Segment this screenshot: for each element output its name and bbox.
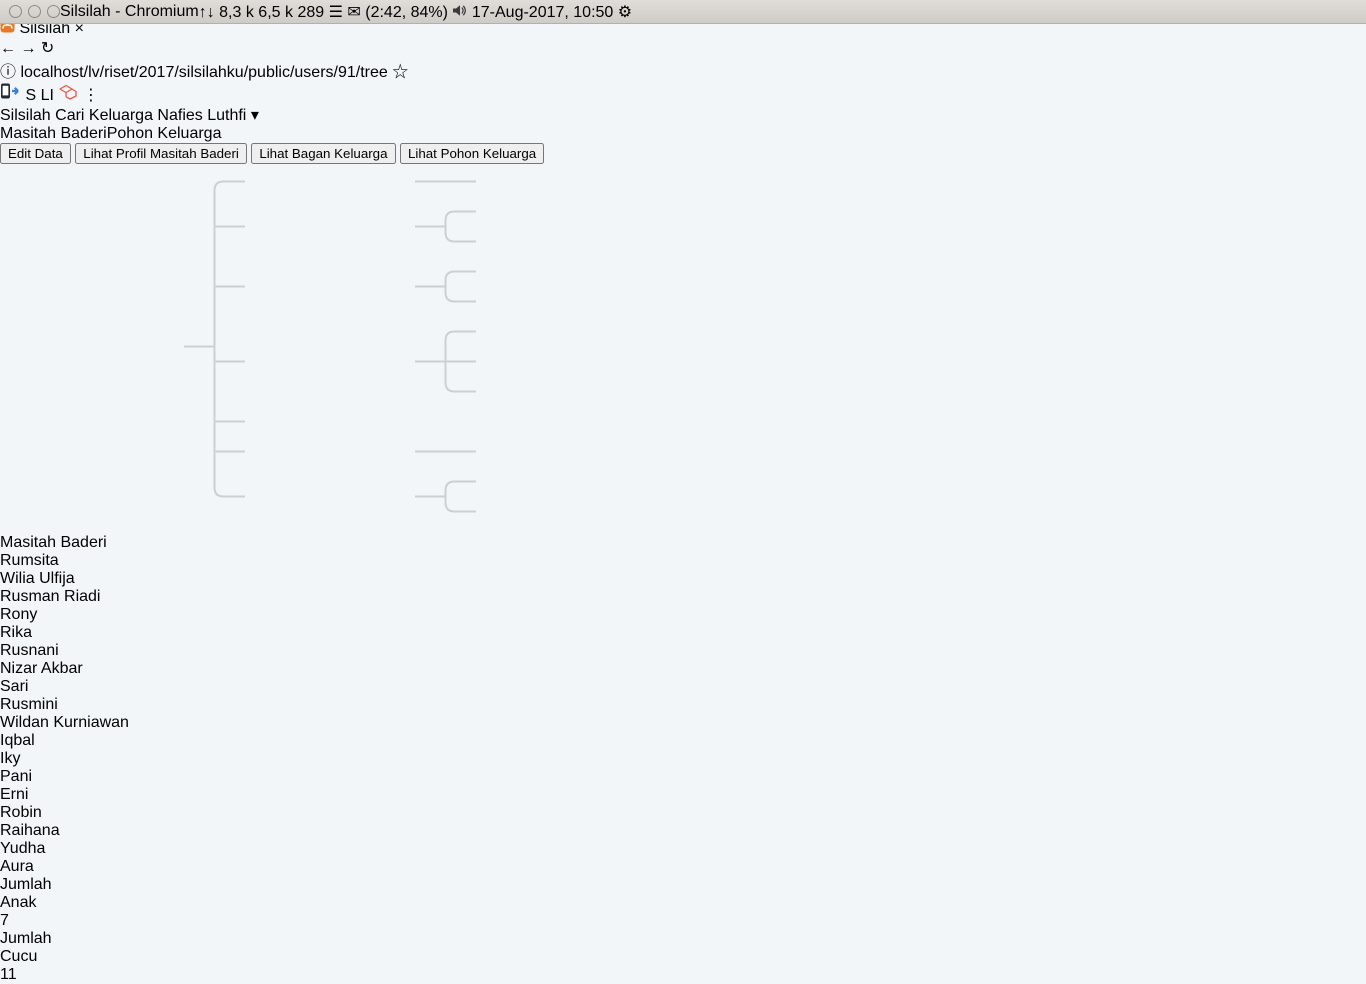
bookmark-star-icon[interactable]: ☆: [392, 64, 408, 81]
battery-label: (2:42, 84%): [365, 4, 448, 21]
action-button-group: Edit Data Lihat Profil Masitah Baderi Li…: [0, 143, 1366, 164]
back-icon[interactable]: ←: [0, 40, 16, 57]
tree-node[interactable]: Nizar Akbar: [0, 660, 168, 678]
tree-node[interactable]: Rony: [0, 606, 168, 624]
tree-node[interactable]: Iqbal: [0, 732, 168, 750]
window-close-button[interactable]: [9, 5, 22, 18]
tree-node[interactable]: Sari: [0, 678, 168, 696]
tree-node[interactable]: Wilia Ulfija: [0, 570, 168, 588]
tree-node[interactable]: Wildan Kurniawan: [0, 714, 168, 732]
reload-icon[interactable]: ↻: [41, 40, 54, 57]
lihat-pohon-button[interactable]: Lihat Pohon Keluarga: [400, 143, 544, 164]
browser-menu-icon[interactable]: ⋮: [83, 87, 99, 104]
session-gear-icon[interactable]: ⚙: [618, 4, 632, 21]
tree-node[interactable]: Rusmini: [0, 696, 170, 714]
url-text: localhost/lv/riset/2017/silsilahku/publi…: [20, 64, 387, 81]
page-header: Masitah BaderiPohon Keluarga: [0, 125, 1366, 143]
user-name: Nafies Luthfi: [157, 107, 246, 124]
chevron-down-icon: ▾: [251, 107, 259, 124]
tree-node[interactable]: Erni: [0, 786, 170, 804]
lighthouse-extension-icon[interactable]: LI: [41, 87, 54, 104]
stat-anak-label: JumlahAnak: [0, 876, 1366, 912]
tree-node[interactable]: Iky: [0, 750, 168, 768]
sticky-notes-icon[interactable]: ☰: [329, 4, 343, 21]
address-bar[interactable]: ⓘ localhost/lv/riset/2017/silsilahku/pub…: [0, 58, 1366, 82]
tree-node[interactable]: Pani: [0, 768, 170, 786]
site-info-icon[interactable]: ⓘ: [0, 64, 16, 81]
stat-cucu-label: JumlahCucu: [0, 930, 1366, 966]
tree-node[interactable]: Rusnani: [0, 642, 170, 660]
stat-cucu-value: 11: [0, 966, 1366, 984]
page-content: Masitah BaderiPohon Keluarga Edit Data L…: [0, 125, 1366, 984]
page-title: Masitah Baderi: [0, 125, 107, 142]
messenger-badge-icon[interactable]: 289: [297, 4, 324, 21]
tree-node[interactable]: Rusman Riadi: [0, 588, 170, 606]
tree-node[interactable]: Aura: [0, 858, 168, 876]
edit-data-button[interactable]: Edit Data: [0, 143, 71, 164]
system-indicators: ↑↓ 8,3 k 6,5 k 289 ☰ ✉ (2:42, 84%) 17-Au…: [199, 2, 632, 22]
family-tree: Masitah BaderiRumsitaWilia UlfijaRusman …: [0, 164, 1366, 876]
stat-anak-value: 7: [0, 912, 1366, 930]
window-controls: [0, 5, 60, 18]
tree-node[interactable]: Rika: [0, 624, 168, 642]
mail-icon[interactable]: ✉: [347, 4, 360, 21]
tree-node[interactable]: Yudha: [0, 840, 168, 858]
window-title: Silsilah - Chromium: [60, 3, 199, 21]
tree-node[interactable]: Rumsita: [0, 552, 170, 570]
page-subtitle: Pohon Keluarga: [107, 125, 222, 142]
tree-connectors: [0, 164, 700, 529]
mobile-view-extension-icon[interactable]: [0, 87, 25, 104]
app-navbar: Silsilah Cari Keluarga Nafies Luthfi ▾: [0, 105, 1366, 125]
volume-icon[interactable]: [452, 4, 467, 17]
clock-label: 17-Aug-2017, 10:50: [472, 4, 613, 21]
brand-link[interactable]: Silsilah: [0, 107, 51, 124]
user-dropdown[interactable]: Nafies Luthfi ▾: [157, 107, 258, 124]
tree-node[interactable]: Robin: [0, 804, 168, 822]
browser-toolbar: ← → ↻ ⓘ localhost/lv/riset/2017/silsilah…: [0, 38, 1366, 105]
stylish-extension-icon[interactable]: S: [25, 87, 36, 104]
window-maximize-button[interactable]: [47, 5, 60, 18]
lihat-bagan-button[interactable]: Lihat Bagan Keluarga: [251, 143, 395, 164]
lihat-profil-button[interactable]: Lihat Profil Masitah Baderi: [75, 143, 247, 164]
forward-icon: →: [20, 40, 36, 57]
window-minimize-button[interactable]: [28, 5, 41, 18]
tree-node[interactable]: Masitah Baderi: [0, 534, 168, 552]
nav-cari-keluarga[interactable]: Cari Keluarga: [55, 107, 153, 124]
url-path: /lv/riset/2017/silsilahku/public/users/9…: [84, 64, 388, 81]
network-speed-icon[interactable]: ↑↓: [199, 4, 215, 21]
tree-node[interactable]: Raihana: [0, 822, 170, 840]
system-panel: Silsilah - Chromium ↑↓ 8,3 k 6,5 k 289 ☰…: [0, 0, 1366, 24]
network-speed-label: 8,3 k 6,5 k: [219, 4, 293, 21]
url-host: localhost: [20, 64, 83, 81]
laravel-extension-icon[interactable]: [58, 87, 82, 104]
